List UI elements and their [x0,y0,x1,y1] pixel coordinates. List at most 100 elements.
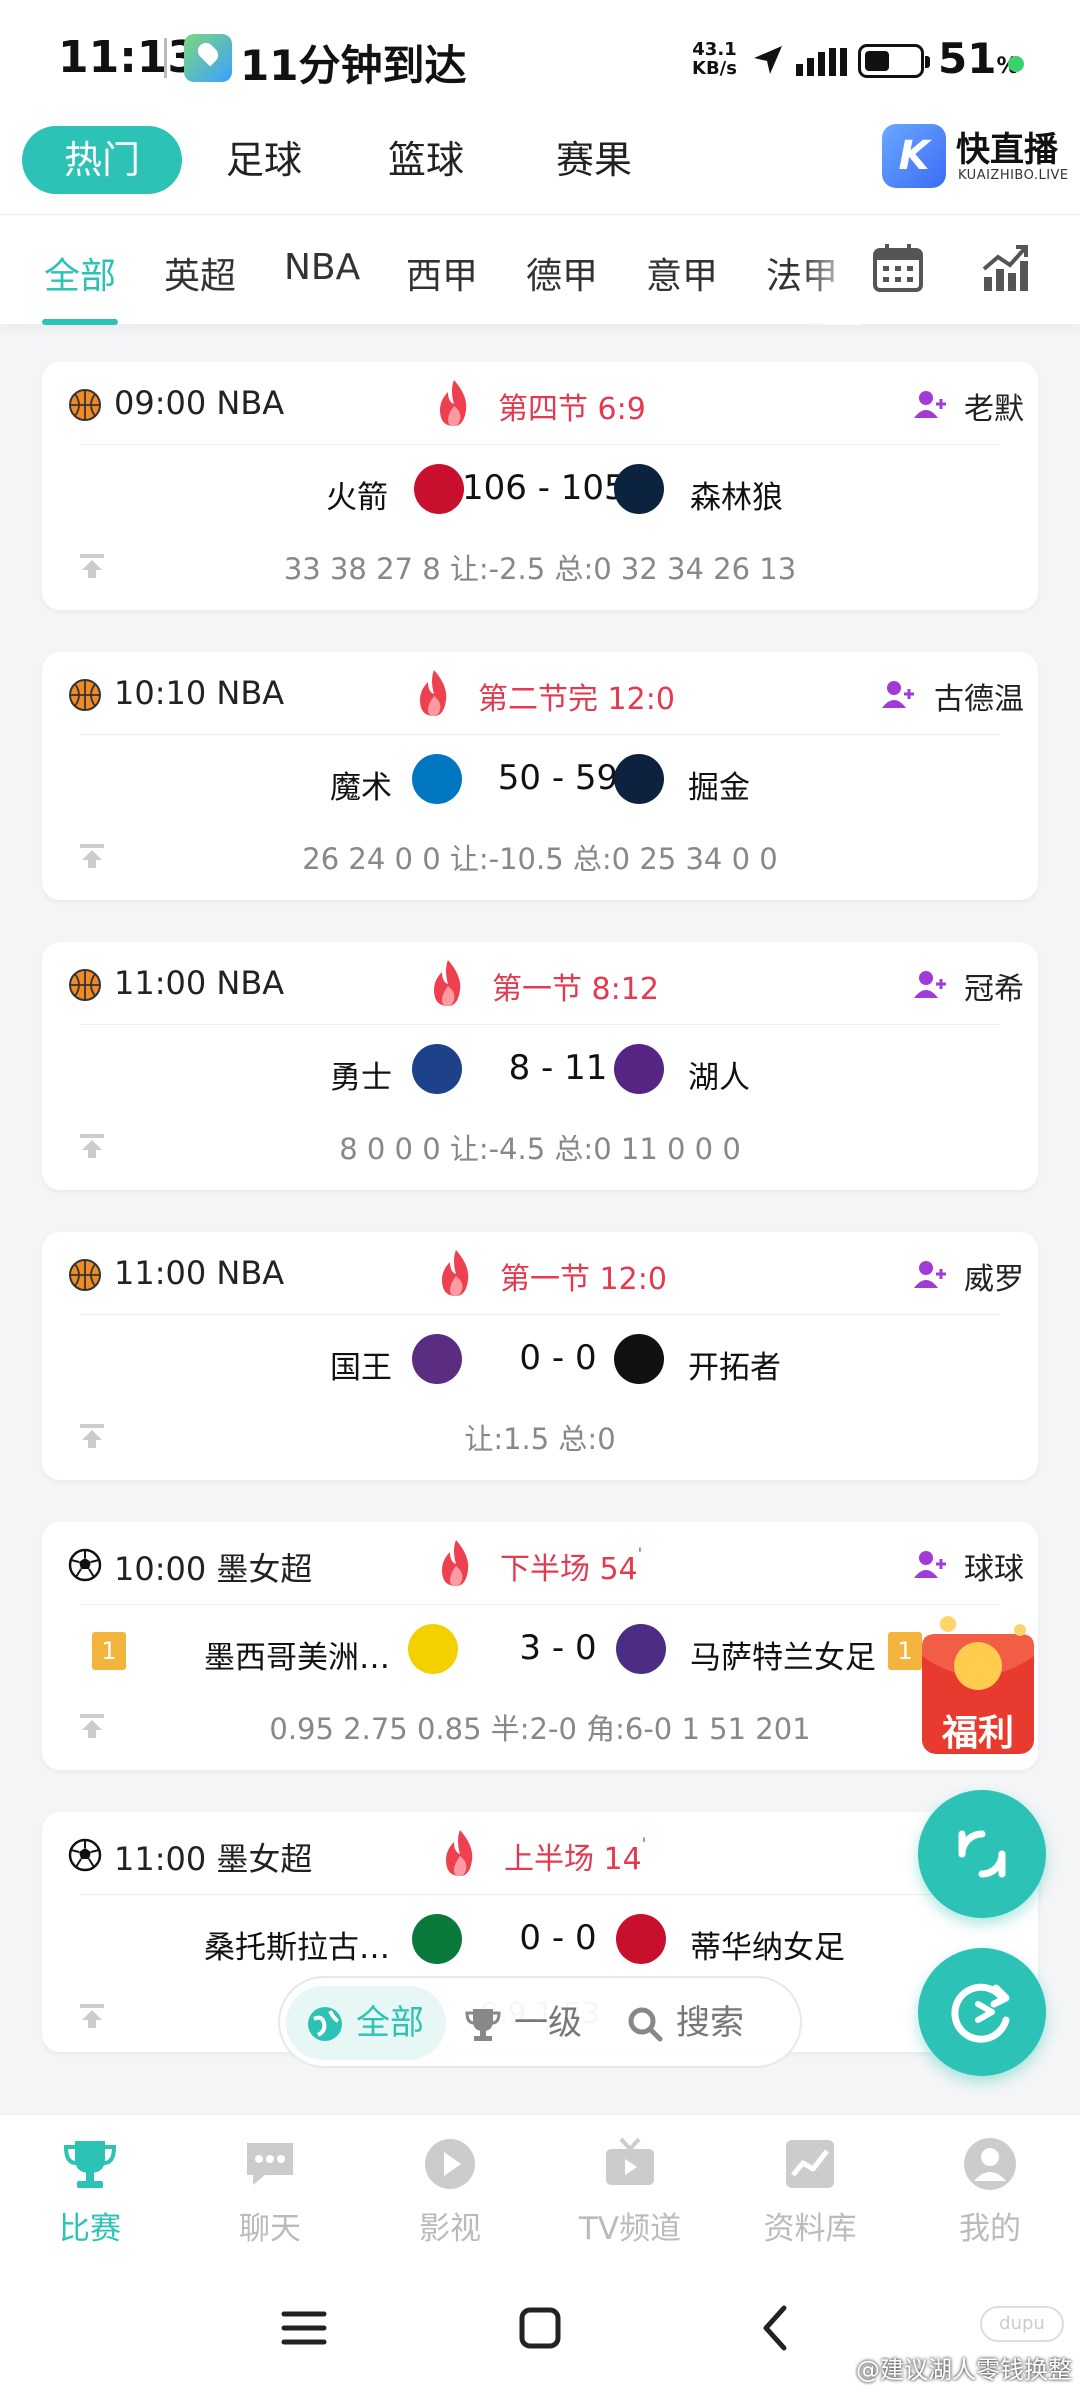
brand[interactable]: K 快直播 KUAIZHIBO.LIVE [882,120,1072,200]
filter-all-label: 全部 [356,2003,424,2043]
home-team-logo [412,1044,462,1094]
home-team: 国王 [330,1350,392,1386]
fire-icon [420,670,447,716]
welfare-label: 福利 [941,1713,1014,1754]
match-stats: 8 0 0 0 让:-4.5 总:0 11 0 0 0 [339,1132,741,1166]
match-stats: 让:1.5 总:0 [464,1422,616,1456]
match-status-text: 上半场 14 [504,1842,642,1877]
signal-icon [796,48,851,76]
match-card[interactable]: 11:00 NBA 第一节 8:12 冠希 勇士 8 - 11 湖人 8 0 0… [42,942,1038,1190]
away-team-logo [616,1914,666,1964]
anchor-user-icon [914,971,946,998]
match-status-text: 第一节 8:12 [492,972,659,1007]
tab-tv[interactable]: TV频道 [540,2135,720,2248]
back-icon[interactable] [746,2298,806,2358]
top-tab-results[interactable]: 赛果 [556,126,632,194]
status-separator [164,38,167,78]
tab-matches-label: 比赛 [59,2211,121,2247]
match-status-minute-mark: ' [637,1544,643,1563]
card-divider [80,1024,1000,1025]
play-icon [425,2139,475,2189]
tab-profile[interactable]: 我的 [900,2135,1080,2248]
fire-icon [442,1250,469,1296]
match-status: 第一节 8:12 [492,964,659,1008]
match-time-league: 11:00 NBA [114,964,285,1002]
match-card[interactable]: 10:10 NBA 第二节完 12:0 古德温 魔术 50 - 59 掘金 26… [42,652,1038,900]
away-team-logo [614,754,664,804]
map-navigation-icon [184,34,232,82]
fire-icon [446,1830,473,1876]
tab-database[interactable]: 资料库 [720,2135,900,2248]
navigation-eta: 11分钟到达 [240,41,467,90]
soccer-ball-icon [68,1838,102,1872]
top-tab-basketball[interactable]: 篮球 [388,126,464,194]
league-tab-nba[interactable]: NBA [284,247,360,288]
network-speed-value: 43.1 [692,39,737,60]
anchor-name[interactable]: 威罗 [964,1254,1024,1298]
top-tab-hot[interactable]: 热门 [22,126,183,194]
anchor-name[interactable]: 球球 [964,1544,1024,1588]
home-icon[interactable] [510,2298,570,2358]
match-time-league: 09:00 NBA [114,384,285,422]
match-card[interactable]: 10:00 墨女超 下半场 54' 球球 1 墨西哥美洲… 3 - 0 马萨特兰… [42,1522,1038,1770]
card-divider [80,444,1000,445]
match-card[interactable]: 09:00 NBA 第四节 6:9 老默 火箭 106 - 105 森林狼 33… [42,362,1038,610]
privacy-indicator-dot [1008,56,1024,72]
home-team-logo [408,1624,458,1674]
trophy-icon [465,2009,501,2041]
welfare-redpacket[interactable]: 福利 [908,1616,1048,1762]
tv-icon [606,2137,654,2185]
match-status-text: 第二节完 12:0 [478,682,675,717]
filter-level1[interactable]: 一级 [444,1986,604,2060]
location-arrow-icon [754,46,782,74]
home-team: 魔术 [330,770,392,806]
filter-all[interactable]: 全部 [286,1986,446,2060]
anchor-name[interactable]: 冠希 [964,964,1024,1008]
anchor-name[interactable]: 古德温 [934,674,1024,718]
tab-video[interactable]: 影视 [360,2135,540,2248]
match-time-league: 10:10 NBA [114,674,285,712]
away-team: 蒂华纳女足 [690,1930,845,1966]
league-tab-bundesliga[interactable]: 德甲 [526,247,598,299]
network-speed: 43.1 KB/s [692,40,737,78]
card-divider [80,1894,1000,1895]
match-status: 第二节完 12:0 [478,674,675,718]
match-time-league: 11:00 墨女超 [114,1840,313,1878]
reload-button[interactable] [918,1948,1046,2076]
basketball-icon [69,389,101,421]
home-team: 火箭 [326,480,388,516]
refresh-button[interactable] [918,1790,1046,1918]
menu-icon[interactable] [274,2298,334,2358]
top-tab-football[interactable]: 足球 [226,126,302,194]
filter-level1-label: 一级 [514,2003,582,2043]
league-tab-laliga[interactable]: 西甲 [406,247,478,299]
anchor-name[interactable]: 老默 [964,384,1024,428]
data-chart-icon [786,2140,834,2188]
match-card[interactable]: 11:00 NBA 第一节 12:0 威罗 国王 0 - 0 开拓者 让:1.5… [42,1232,1038,1480]
trend-chart-icon[interactable] [980,243,1032,293]
bottom-tab-bar: 比赛 聊天 影视 TV频道 资料库 我的 [0,2114,1080,2254]
user-icon [964,2138,1016,2190]
anchor-user-icon [914,391,946,418]
league-tab-epl[interactable]: 英超 [164,247,236,299]
match-score: 0 - 0 [519,1918,597,1958]
anchor-user-icon [882,681,914,708]
calendar-icon[interactable] [872,243,924,293]
watermark-text: @建议湖人零钱换整 [856,2356,1072,2384]
basketball-icon [69,969,101,1001]
basketball-icon [69,1259,101,1291]
filter-search-label: 搜索 [676,2003,744,2043]
filter-search[interactable]: 搜索 [606,1986,766,2060]
top-nav: 热门 足球 篮球 赛果 K 快直播 KUAIZHIBO.LIVE [0,110,1080,214]
watermark-logo: dupu [980,2306,1064,2342]
tab-matches[interactable]: 比赛 [0,2135,180,2248]
match-score: 106 - 105 [462,468,626,508]
match-time-league: 11:00 NBA [114,1254,285,1292]
league-tab-seriea[interactable]: 意甲 [646,247,718,299]
tab-chat[interactable]: 聊天 [180,2135,360,2248]
card-divider [80,1314,1000,1315]
fire-icon [434,960,461,1006]
tab-profile-label: 我的 [959,2211,1021,2247]
league-tab-all[interactable]: 全部 [44,247,116,299]
filter-pill: 全部 一级 搜索 [278,1976,802,2068]
